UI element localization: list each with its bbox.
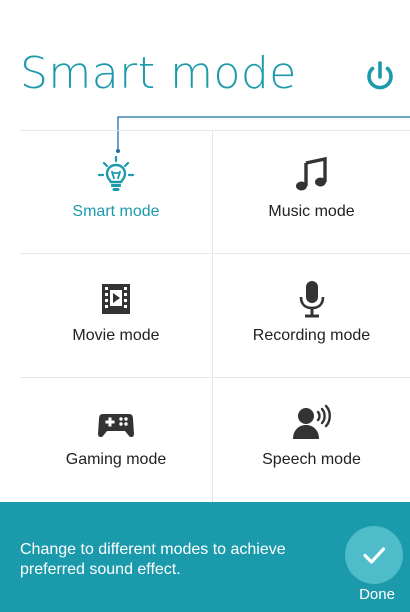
mode-tile-music[interactable]: Music mode: [213, 131, 410, 254]
footer-banner: Change to different modes to achieve pre…: [0, 502, 410, 612]
hint-text: Change to different modes to achieve pre…: [20, 541, 286, 578]
mode-label: Smart mode: [72, 203, 160, 220]
lightbulb-icon: [96, 155, 136, 195]
speaking-person-icon: [292, 403, 332, 443]
mode-label: Recording mode: [252, 327, 371, 344]
music-note-icon: [292, 155, 332, 195]
mode-label: Gaming mode: [65, 451, 167, 468]
microphone-icon: [292, 279, 332, 319]
film-icon: [96, 279, 136, 319]
mode-grid: Smart mode Music mode Movie mode Recordi…: [20, 130, 410, 503]
mode-tile-gaming[interactable]: Gaming mode: [20, 379, 213, 502]
power-button[interactable]: [360, 56, 400, 96]
checkmark-icon: [363, 547, 386, 564]
mode-tile-speech[interactable]: Speech mode: [213, 379, 410, 502]
mode-label: Speech mode: [262, 451, 361, 468]
mode-tile-smart[interactable]: Smart mode: [20, 131, 213, 254]
mode-tile-recording[interactable]: Recording mode: [213, 255, 410, 378]
mode-label: Music mode: [268, 203, 355, 220]
header: Smart mode: [0, 0, 410, 125]
smart-mode-screen: Smart mode Smart mode Music mode Movie m…: [0, 0, 410, 612]
mode-tile-movie[interactable]: Movie mode: [20, 255, 213, 378]
done-button[interactable]: [345, 526, 403, 584]
gamepad-icon: [96, 403, 136, 443]
power-icon: [367, 61, 393, 90]
mode-label: Movie mode: [72, 327, 160, 344]
done-label[interactable]: Done: [352, 586, 402, 603]
page-title: Smart mode: [20, 48, 297, 99]
